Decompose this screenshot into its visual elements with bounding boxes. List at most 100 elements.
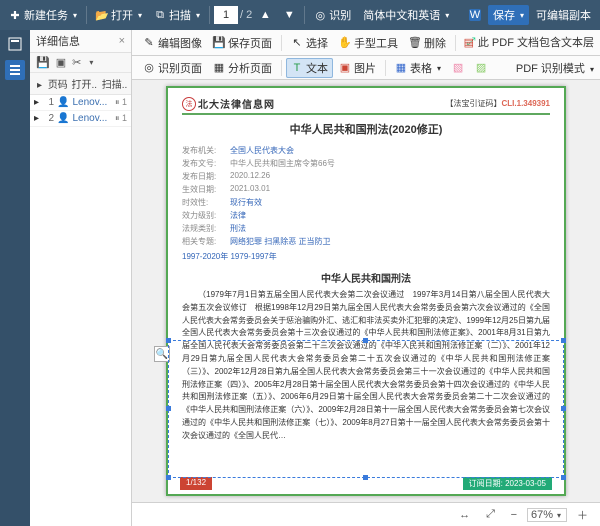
mark: ⏸ 1 xyxy=(115,113,127,124)
close-icon[interactable]: × xyxy=(119,35,125,47)
side-panel: 详细信息 × 💾 ▣ ✂ ▸ 页码 打开... 扫描... ▸ 1 👤 Leno… xyxy=(30,30,132,526)
expand-icon: ▸ xyxy=(34,97,39,108)
crop-icon[interactable]: ✂ xyxy=(72,56,81,69)
region-extra1[interactable]: ▧ xyxy=(447,60,469,76)
editor-column: ✎编辑图像 💾保存页面 ↖选择 ✋手型工具 🗑删除 ⤢ ▤ 此 PDF 文档包含… xyxy=(132,30,600,526)
chevron-down-icon xyxy=(555,509,561,521)
hand-icon: ✋ xyxy=(339,37,351,49)
table-icon: ▦ xyxy=(395,62,407,74)
word-icon: W xyxy=(469,9,481,21)
tab-scan[interactable]: 扫描... xyxy=(99,75,127,92)
ocr-icon: ◎ xyxy=(314,9,326,21)
list-item[interactable]: ▸ 1 👤 Lenov... ⏸ 1 xyxy=(30,95,131,111)
pencil-icon: ✎ xyxy=(143,37,155,49)
document-viewport[interactable]: 🔍 法 北大法律信息网 【法宝引证码】CLI.1.349391 xyxy=(132,80,600,502)
language-value: 简体中文和英语 xyxy=(363,7,440,23)
chevron-down-icon xyxy=(194,9,200,21)
open-button[interactable]: 📂 打开 xyxy=(91,5,147,25)
analyze-page-button[interactable]: ▦分析页面 xyxy=(208,58,277,78)
tab-open[interactable]: 打开... xyxy=(69,75,97,92)
user-icon: 👤 xyxy=(57,113,69,124)
area-icon: ▨ xyxy=(475,62,487,74)
ocr-icon: ◎ xyxy=(143,62,155,74)
page-footer: 1/132 订阅日期: 2023-03-05 xyxy=(168,475,564,494)
region-image-button[interactable]: ▣图片 xyxy=(334,58,381,78)
save-label: 保存 xyxy=(493,7,515,23)
cursor-icon: ↖ xyxy=(291,37,303,49)
scan-icon: ⧉ xyxy=(154,9,166,21)
seal-icon: 法 xyxy=(182,97,196,111)
subscribe-date: 订阅日期: 2023-03-05 xyxy=(463,477,552,490)
view-strip xyxy=(0,30,30,526)
prev-page-button[interactable]: ▲ xyxy=(254,7,276,23)
recognize-page-button[interactable]: ◎识别页面 xyxy=(138,58,207,78)
next-page-button[interactable]: ▼ xyxy=(278,7,300,23)
region-extra2[interactable]: ▨ xyxy=(470,60,492,76)
folder-open-icon: 📂 xyxy=(96,9,108,21)
user-name: Lenov... xyxy=(72,113,107,124)
page-pane-toggle[interactable] xyxy=(5,34,25,54)
scan-label: 扫描 xyxy=(169,7,191,23)
magnifier-icon[interactable]: 🔍 xyxy=(154,346,170,362)
recognize-button[interactable]: ◎ 识别 xyxy=(309,5,356,25)
page-number-input[interactable] xyxy=(214,6,238,24)
region-table-button[interactable]: ▦表格 xyxy=(390,58,446,78)
status-link[interactable]: 现行有效 xyxy=(230,197,262,208)
page-progress: 1/132 xyxy=(180,477,212,490)
ribbon-row-2: ◎识别页面 ▦分析页面 T文本 ▣图片 ▦表格 ▧ ▨ PDF 识别模式 xyxy=(132,56,600,80)
page-total: / 2 xyxy=(240,9,252,21)
word-export-button[interactable]: W xyxy=(464,7,486,23)
arrow-down-icon: ▼ xyxy=(283,9,295,21)
zoom-out-button[interactable]: − xyxy=(507,508,521,522)
tags[interactable]: 网络犯罪 扫黑除恶 正当防卫 xyxy=(230,236,330,247)
user-icon: 👤 xyxy=(57,97,69,108)
page-num: 2 xyxy=(42,113,54,124)
pdf-text-layer-note: ▤ 此 PDF 文档包含文本层 xyxy=(457,30,600,54)
zoom-select[interactable]: 67% xyxy=(527,508,567,522)
chevron-down-icon xyxy=(588,63,594,75)
zoom-in-button[interactable]: ＋ xyxy=(573,506,592,524)
save-button[interactable]: 保存 xyxy=(488,5,529,25)
history-links[interactable]: 1997-2020年 1979-1997年 xyxy=(182,251,550,262)
region-text-button[interactable]: T文本 xyxy=(286,58,333,78)
fit-width-button[interactable]: ↔ xyxy=(455,508,475,522)
issuer-link[interactable]: 全国人民代表大会 xyxy=(230,145,294,156)
chevron-down-icon xyxy=(435,62,441,74)
language-select[interactable]: 简体中文和英语 xyxy=(358,5,454,25)
area-icon: ▧ xyxy=(452,62,464,74)
select-tool[interactable]: ↖选择 xyxy=(286,33,333,53)
list-pane-toggle[interactable] xyxy=(5,60,25,80)
panel-title: 详细信息 xyxy=(36,33,80,49)
pdf-mode-select[interactable]: PDF 识别模式 xyxy=(510,56,600,80)
more-icon[interactable] xyxy=(87,56,93,69)
chevron-down-icon xyxy=(71,9,77,21)
save-page-button[interactable]: 💾保存页面 xyxy=(208,33,277,53)
new-task-label: 新建任务 xyxy=(24,7,68,23)
list-item[interactable]: ▸ 2 👤 Lenov... ⏸ 1 xyxy=(30,111,131,127)
reader-statusbar: ↔ ⤢ − 67% ＋ xyxy=(132,502,600,526)
new-task-button[interactable]: ✚ 新建任务 xyxy=(4,5,82,25)
save-icon[interactable]: 💾 xyxy=(36,56,50,69)
expand-icon: ▸ xyxy=(34,113,39,124)
edit-image-button[interactable]: ✎编辑图像 xyxy=(138,33,207,53)
category-link[interactable]: 刑法 xyxy=(230,223,246,234)
text-icon: T xyxy=(291,62,303,74)
body-title: 中华人民共和国刑法 xyxy=(182,270,550,285)
level-link[interactable]: 法律 xyxy=(230,210,246,221)
arrow-up-icon: ▲ xyxy=(259,9,271,21)
document-title: 中华人民共和国刑法(2020修正) xyxy=(182,121,550,137)
hand-tool[interactable]: ✋手型工具 xyxy=(334,33,403,53)
pdf-icon: ▤ xyxy=(463,37,475,49)
fit-width-icon: ↔ xyxy=(459,509,471,521)
chevron-down-icon xyxy=(443,9,449,21)
analyze-icon: ▦ xyxy=(213,62,225,74)
page-canvas: 🔍 法 北大法律信息网 【法宝引证码】CLI.1.349391 xyxy=(166,86,566,496)
delete-button[interactable]: 🗑删除 xyxy=(404,33,451,53)
new-icon[interactable]: ▣ xyxy=(56,56,66,69)
scan-button[interactable]: ⧉ 扫描 xyxy=(149,5,205,25)
citation-code: 【法宝引证码】CLI.1.349391 xyxy=(446,98,550,109)
export-copy-button[interactable]: 可编辑副本 xyxy=(531,5,596,25)
fit-page-button[interactable]: ⤢ xyxy=(481,508,501,522)
tab-pages[interactable]: ▸ 页码 xyxy=(34,75,67,92)
site-logo: 法 北大法律信息网 xyxy=(182,96,275,111)
